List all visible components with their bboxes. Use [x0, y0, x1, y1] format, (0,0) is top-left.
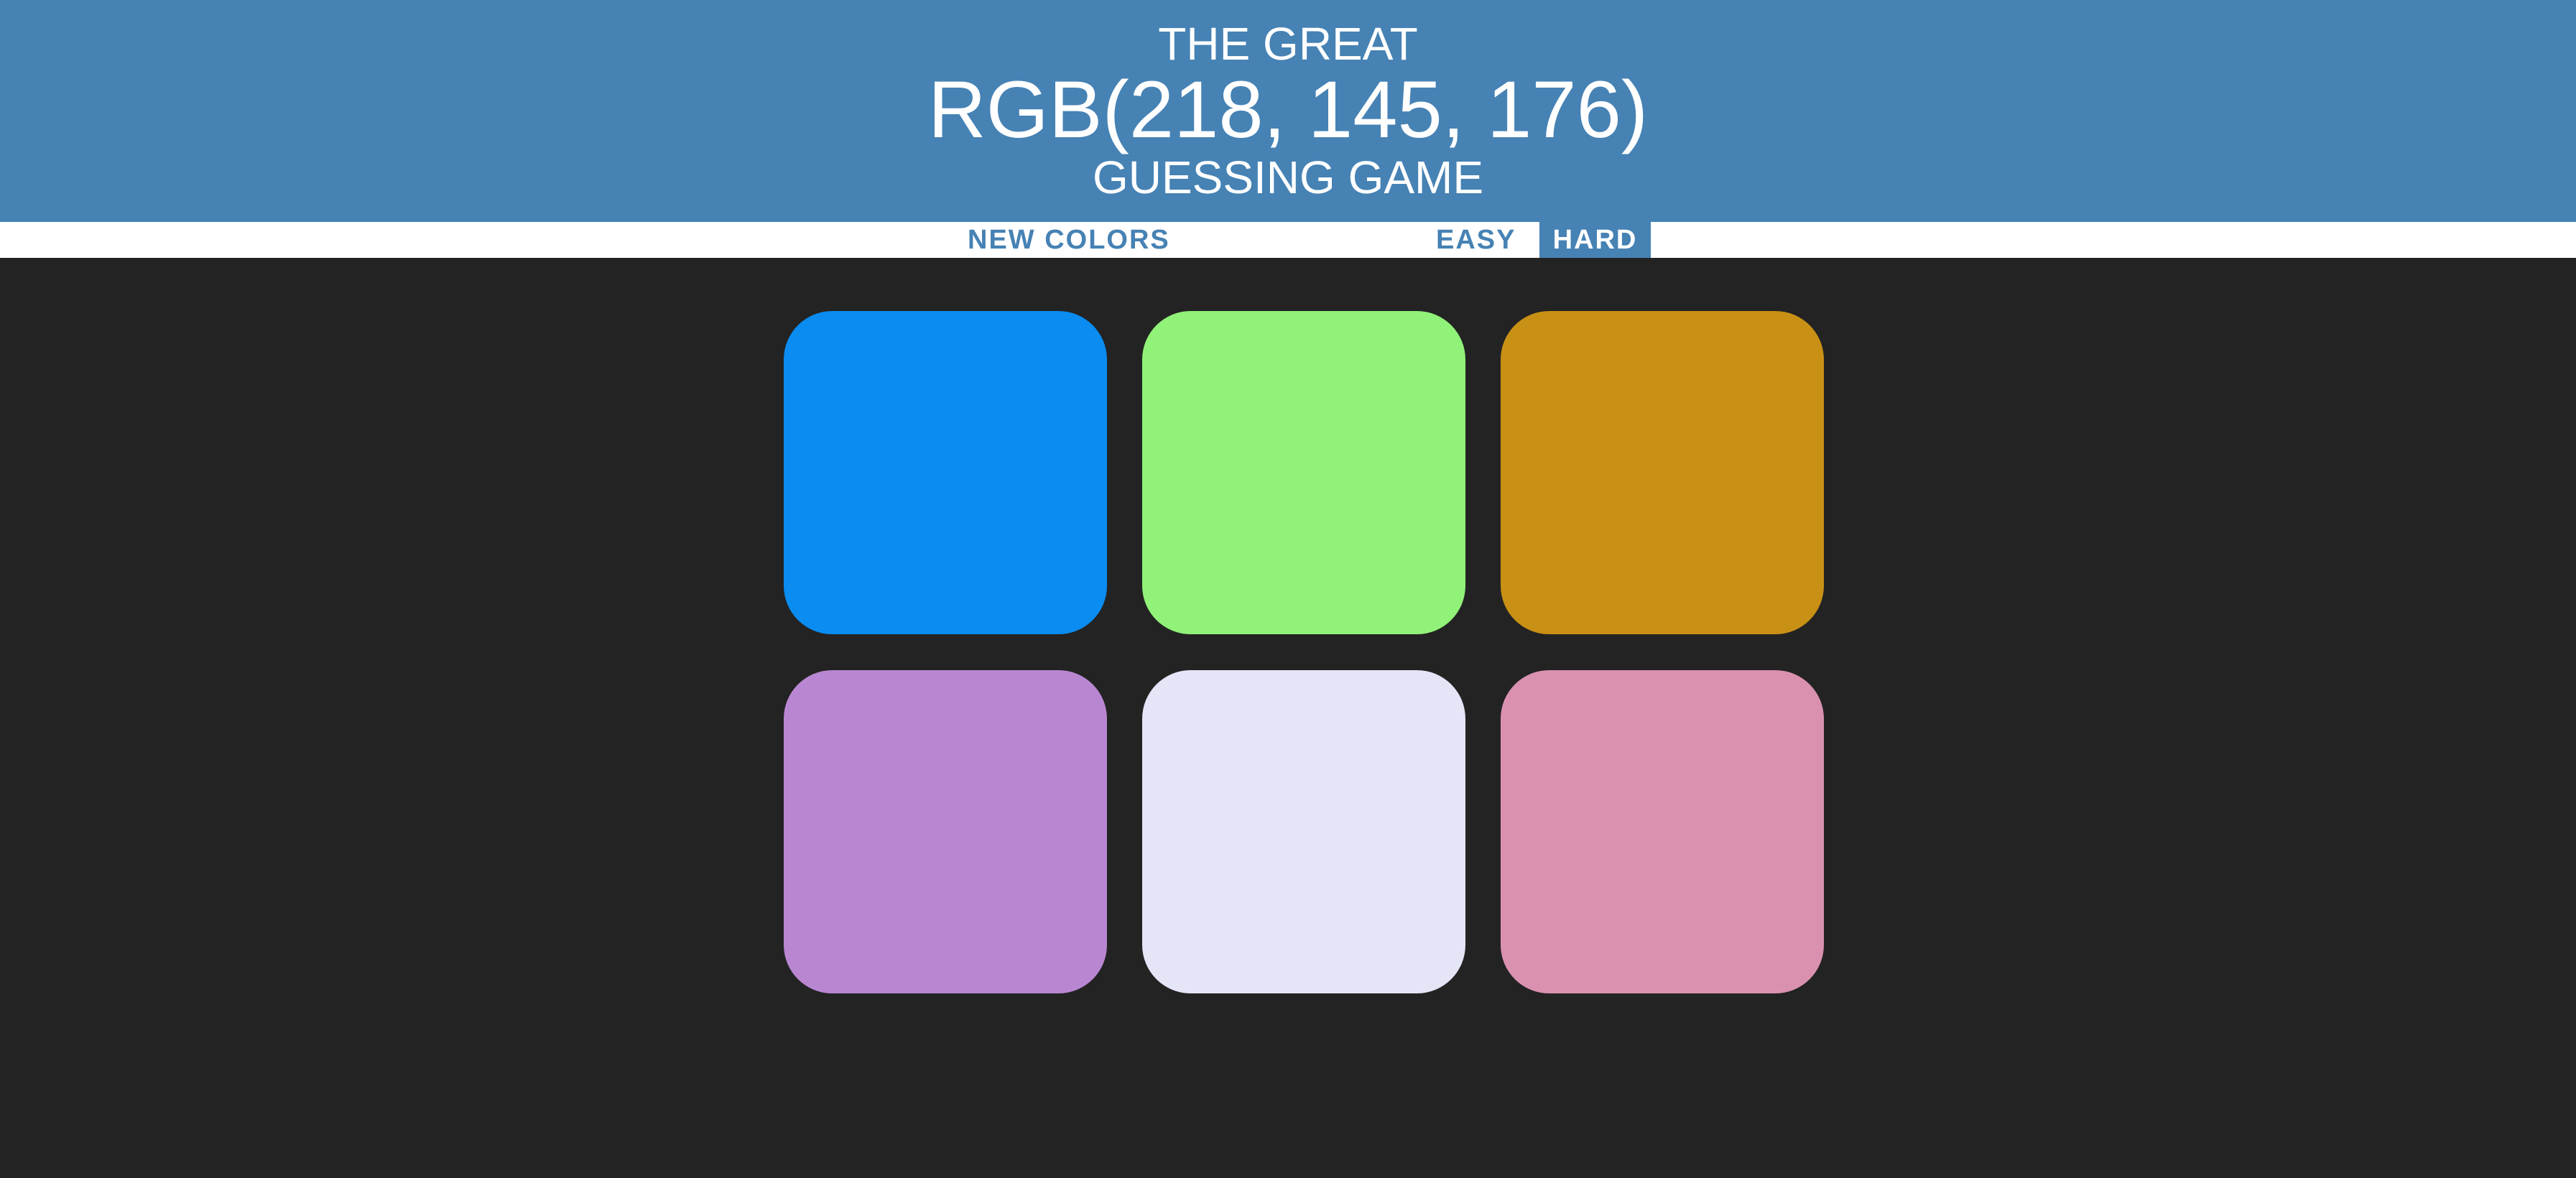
color-square-2[interactable]	[1142, 311, 1465, 634]
target-color-display: RGB(218, 145, 176)	[927, 65, 1649, 154]
new-colors-button[interactable]: New Colors	[956, 222, 1182, 258]
color-square-6[interactable]	[1501, 670, 1824, 993]
color-square-5[interactable]	[1142, 670, 1465, 993]
hard-mode-button[interactable]: Hard	[1539, 222, 1651, 258]
color-square-1[interactable]	[784, 311, 1107, 634]
header: The Great RGB(218, 145, 176) Guessing Ga…	[0, 0, 2576, 222]
color-square-4[interactable]	[784, 670, 1107, 993]
title-line-3: Guessing Game	[1092, 152, 1484, 203]
title-line-1: The Great	[1158, 18, 1418, 70]
color-square-3[interactable]	[1501, 311, 1824, 634]
easy-mode-button[interactable]: Easy	[1424, 222, 1528, 258]
control-bar: New Colors Easy Hard	[0, 222, 2576, 258]
